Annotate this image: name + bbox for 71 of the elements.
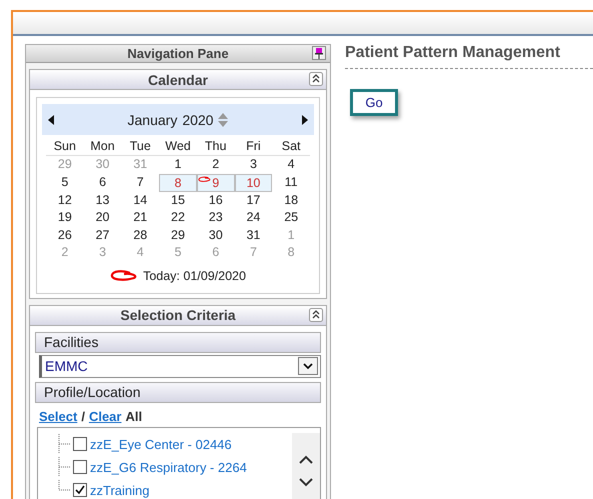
calendar-day[interactable]: 8 xyxy=(159,174,197,192)
calendar-day[interactable]: 24 xyxy=(234,209,272,226)
weekday-label: Sun xyxy=(46,138,84,156)
location-item[interactable]: zzTraining xyxy=(90,482,150,498)
clear-link[interactable]: Clear xyxy=(88,408,122,424)
scroll-bar[interactable] xyxy=(292,432,320,499)
scribble-icon xyxy=(110,270,138,282)
calendar-day[interactable]: 11 xyxy=(272,174,310,192)
calendar-day[interactable]: 20 xyxy=(84,209,122,226)
page-title: Patient Pattern Management xyxy=(345,44,593,69)
weekday-label: Wed xyxy=(159,138,197,156)
today-link[interactable]: Today: 01/09/2020 xyxy=(143,268,246,282)
calendar-day[interactable]: 29 xyxy=(159,226,197,244)
weekday-label: Mon xyxy=(84,138,122,156)
collapse-icon[interactable] xyxy=(309,308,323,322)
all-label: All xyxy=(125,408,142,424)
month-label: January xyxy=(128,112,178,128)
tree-connector xyxy=(58,480,70,490)
calendar-day[interactable]: 7 xyxy=(121,174,160,192)
calendar-day[interactable]: 1 xyxy=(159,156,197,174)
calendar-day[interactable]: 12 xyxy=(46,192,84,209)
calendar-day[interactable]: 17 xyxy=(234,192,272,209)
weekday-label: Fri xyxy=(234,138,272,156)
calendar-day[interactable]: 10 xyxy=(234,174,272,192)
scribble-icon xyxy=(198,175,211,184)
previous-icon[interactable] xyxy=(48,114,54,124)
calendar-day[interactable]: 28 xyxy=(121,226,160,244)
checkbox[interactable] xyxy=(73,437,87,451)
section-title: Calendar xyxy=(148,72,208,88)
tree-connector xyxy=(58,457,70,477)
calendar-day[interactable]: 4 xyxy=(272,156,310,174)
calendar-day[interactable]: 15 xyxy=(159,192,197,209)
calendar-day[interactable]: 3 xyxy=(234,156,272,174)
calendar-day[interactable]: 21 xyxy=(121,209,160,226)
field-label: Facilities xyxy=(44,334,98,350)
separator-text: / xyxy=(81,408,85,424)
calendar-day[interactable]: 19 xyxy=(46,209,84,226)
calendar-day[interactable]: 22 xyxy=(159,209,197,226)
calendar-day[interactable]: 14 xyxy=(121,192,160,209)
checkbox[interactable] xyxy=(73,460,87,474)
weekday-label: Tue xyxy=(121,138,160,156)
location-item[interactable]: zzE_Eye Center - 02446 xyxy=(90,436,232,452)
calendar-day[interactable]: 30 xyxy=(196,226,235,244)
location-item[interactable]: zzE_G6 Respiratory - 2264 xyxy=(90,460,247,474)
year-label: 2020 xyxy=(182,112,214,128)
section-title: Selection Criteria xyxy=(120,307,236,323)
go-button[interactable]: Go xyxy=(350,89,398,116)
checkbox[interactable] xyxy=(73,483,87,497)
calendar-day[interactable]: 9 xyxy=(196,174,235,192)
field-label: Profile/Location xyxy=(44,384,141,400)
calendar-day[interactable]: 27 xyxy=(84,226,122,244)
facility-dropdown[interactable]: EMMC xyxy=(39,354,321,378)
calendar-day[interactable]: 26 xyxy=(46,226,84,244)
calendar-day[interactable]: 18 xyxy=(272,192,310,209)
select-link[interactable]: Select xyxy=(39,408,78,424)
tree-connector xyxy=(58,434,70,454)
calendar-day[interactable]: 5 xyxy=(46,174,84,192)
weekday-label: Sat xyxy=(272,138,310,156)
next-icon[interactable] xyxy=(302,114,308,124)
pane-title: Navigation Pane xyxy=(127,46,229,61)
calendar-day[interactable]: 23 xyxy=(196,209,235,226)
calendar-day[interactable]: 6 xyxy=(84,174,122,192)
calendar-day[interactable]: 25 xyxy=(272,209,310,226)
calendar-day[interactable]: 2 xyxy=(196,156,235,174)
pin-icon[interactable] xyxy=(312,46,326,60)
calendar-day[interactable]: 13 xyxy=(84,192,122,209)
dropdown-icon[interactable] xyxy=(298,357,318,375)
collapse-icon[interactable] xyxy=(309,72,323,86)
calendar-day[interactable]: 31 xyxy=(234,226,272,244)
weekday-label: Thu xyxy=(196,138,235,156)
calendar-day[interactable]: 16 xyxy=(196,192,235,209)
